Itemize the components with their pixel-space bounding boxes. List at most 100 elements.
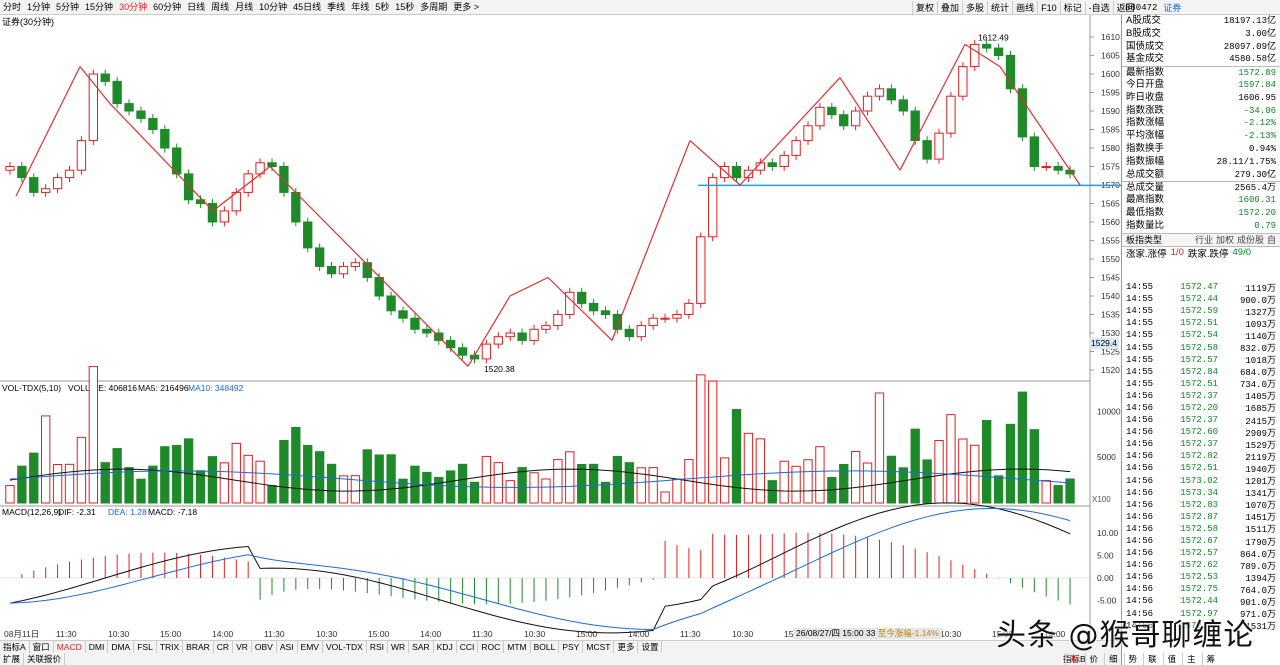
indicator-tab-1[interactable]: 窗口: [30, 641, 54, 653]
tick-time: 14:55: [1126, 294, 1154, 305]
indicator-tab-7[interactable]: BRAR: [183, 641, 214, 653]
board-link-3[interactable]: 自: [1267, 233, 1276, 246]
period-tab-2[interactable]: 5分钟: [53, 0, 82, 15]
candle-body: [684, 302, 694, 315]
x-axis-label: 11:30: [472, 629, 493, 639]
tool-button-2[interactable]: 多股: [962, 0, 987, 15]
period-tab-12[interactable]: 年线: [348, 0, 372, 15]
period-tab-13[interactable]: 5秒: [372, 0, 392, 15]
chart-area[interactable]: 1610 1605 1600 1595 1590 1585 1580 1575 1570 1565…: [0, 15, 1121, 640]
volume-bar: [731, 409, 742, 504]
indicator-tab-6[interactable]: TRIX: [157, 641, 184, 653]
tool-button-7[interactable]: -自选: [1084, 0, 1113, 15]
stat-label: 最高指数: [1126, 194, 1165, 206]
board-link-0[interactable]: 行业: [1195, 233, 1213, 246]
indicator-tab-18[interactable]: CCI: [457, 641, 479, 653]
indicator-tab-13[interactable]: VOL-TDX: [323, 641, 367, 653]
period-tab-15[interactable]: 多周期: [417, 0, 450, 15]
status-button-6[interactable]: 主: [1182, 652, 1200, 665]
period-tab-4[interactable]: 30分钟: [116, 0, 150, 15]
tick-row: 14:56 1572.37 2415万: [1122, 414, 1280, 427]
volume-bar: [612, 455, 623, 504]
stat-row-5: 今日开盘 1597.84: [1122, 79, 1280, 92]
stat-label: 今日开盘: [1126, 78, 1165, 90]
tick-amount: 1511万: [1245, 525, 1276, 536]
tool-button-3[interactable]: 统计: [987, 0, 1012, 15]
sub-tab-0[interactable]: 扩展: [0, 653, 25, 665]
tool-button-4[interactable]: 画线: [1012, 0, 1037, 15]
volume-bar: [124, 467, 134, 504]
volume-bar: [41, 415, 51, 504]
tick-time: 14:56: [1126, 523, 1154, 534]
indicator-tab-19[interactable]: ROC: [478, 641, 505, 653]
sub-tabs: 扩展 关联报价: [0, 653, 66, 665]
indicator-tab-17[interactable]: KDJ: [434, 641, 457, 653]
indicator-tab-24[interactable]: 更多: [614, 641, 639, 653]
status-button-2[interactable]: 细: [1104, 652, 1122, 665]
tool-button-0[interactable]: 复权: [912, 0, 937, 15]
indicator-tab-14[interactable]: RSI: [367, 641, 388, 653]
board-link-1[interactable]: 加权: [1216, 233, 1234, 246]
tick-row: 14:56 1572.57 864.0万: [1122, 547, 1280, 560]
status-button-7[interactable]: 筹: [1201, 652, 1220, 665]
stat-row-9: 平均涨幅 -2.13%: [1122, 130, 1280, 143]
indicator-tab-0[interactable]: 指标A: [0, 641, 30, 653]
period-tab-5[interactable]: 60分钟: [150, 0, 184, 15]
stat-label: A股成交: [1126, 15, 1161, 26]
indicator-tab-5[interactable]: FSL: [134, 641, 157, 653]
tick-amount: 1140万: [1245, 331, 1276, 342]
indicator-tab-4[interactable]: DMA: [108, 641, 135, 653]
x-axis-label: 11:30: [680, 629, 701, 639]
price-tick-label: 1575: [1101, 162, 1120, 172]
tool-button-1[interactable]: 叠加: [937, 0, 962, 15]
period-tab-7[interactable]: 周线: [208, 0, 232, 15]
period-tab-16[interactable]: 更多 >: [450, 0, 482, 15]
period-tab-8[interactable]: 月线: [232, 0, 256, 15]
status-button-3[interactable]: 势: [1123, 652, 1142, 665]
indicator-tab-2[interactable]: MACD: [54, 641, 86, 653]
tick-row: 14:56 1572.37 1405万: [1122, 390, 1280, 403]
kline-chart[interactable]: 1610160516001595159015851580157515701565…: [0, 15, 1121, 640]
stat-value: -34.06: [1243, 105, 1276, 116]
indicator-tab-25[interactable]: 设置: [638, 641, 663, 653]
indicator-tab-16[interactable]: SAR: [409, 641, 434, 653]
status-button-5[interactable]: 值: [1162, 652, 1181, 665]
indicator-tab-10[interactable]: OBV: [252, 641, 277, 653]
indicator-tab-11[interactable]: ASI: [277, 641, 298, 653]
indicator-tab-21[interactable]: BOLL: [531, 641, 560, 653]
status-button-4[interactable]: 联: [1143, 652, 1161, 665]
indicator-tab-22[interactable]: PSY: [559, 641, 584, 653]
indicator-tab-8[interactable]: CR: [214, 641, 234, 653]
trend-stroke: [212, 166, 271, 212]
period-tab-1[interactable]: 1分钟: [24, 0, 53, 15]
tick-list[interactable]: 14:55 1572.47 1119万 14:55 1572.44 900.0万 14:55…: [1122, 281, 1280, 632]
period-tab-14[interactable]: 15秒: [392, 0, 417, 15]
security-name[interactable]: 证券: [1163, 1, 1181, 14]
indicator-tab-3[interactable]: DMI: [86, 641, 109, 653]
candle-body: [696, 236, 706, 304]
period-tab-10[interactable]: 45日线: [290, 0, 324, 15]
indicator-tab-12[interactable]: EMV: [298, 641, 323, 653]
status-button-0[interactable]: 笔: [1065, 652, 1083, 665]
indicator-tab-23[interactable]: MCST: [583, 641, 615, 653]
indicator-tab-9[interactable]: VR: [233, 641, 252, 653]
volume-bar: [243, 454, 253, 504]
tick-time: 14:56: [1126, 572, 1154, 583]
board-link-2[interactable]: 成份股: [1237, 233, 1264, 246]
indicator-tab-15[interactable]: WR: [388, 641, 410, 653]
period-tab-0[interactable]: 分时: [0, 0, 24, 15]
period-tab-9[interactable]: 10分钟: [256, 0, 290, 15]
indicator-tab-20[interactable]: MTM: [504, 641, 531, 653]
period-tab-3[interactable]: 15分钟: [82, 0, 116, 15]
tool-button-5[interactable]: F10: [1037, 0, 1060, 15]
price-tick-label: 1585: [1101, 125, 1120, 135]
period-tab-11[interactable]: 季线: [324, 0, 348, 15]
stat-label: 最新指数: [1126, 67, 1165, 79]
tick-amount: 2415万: [1245, 416, 1276, 427]
status-button-1[interactable]: 价: [1084, 652, 1103, 665]
stat-row-11: 指数振幅 28.11/1.75%: [1122, 156, 1280, 169]
period-tab-6[interactable]: 日线: [184, 0, 208, 15]
tool-button-6[interactable]: 标记: [1059, 0, 1085, 15]
date-tip-date: 26/08/27/四 15:00 33: [796, 628, 876, 638]
sub-tab-1[interactable]: 关联报价: [24, 653, 66, 665]
